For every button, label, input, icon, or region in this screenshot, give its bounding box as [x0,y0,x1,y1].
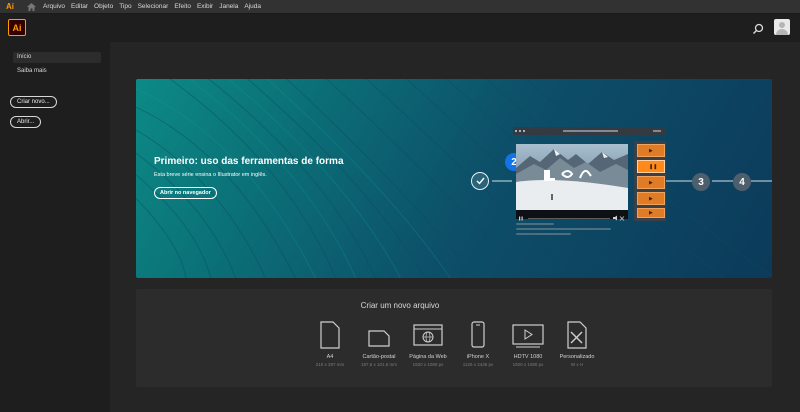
menu-ajuda[interactable]: Ajuda [244,3,261,10]
postcard-icon [359,321,399,349]
custom-size-icon [557,321,597,349]
create-new-button[interactable]: Criar novo... [10,96,57,108]
illustrator-logo: Ai [8,19,26,36]
sidebar-item-inicio[interactable]: Início [13,52,101,63]
video-thumbnail[interactable]: ▶ [637,176,665,189]
menu-janela[interactable]: Janela [219,3,238,10]
checkmark-icon [476,177,485,185]
caption-line [516,228,611,230]
caption-line [516,223,554,225]
video-controls[interactable] [516,210,628,221]
create-new-file-title: Criar um novo arquivo [360,301,440,310]
preview-window-bar [513,127,665,135]
preset-custom[interactable]: Personalizado W x H [547,321,607,367]
web-page-icon [408,321,448,349]
tutorial-title: Primeiro: uso das ferramentas de forma [154,156,344,167]
step-connector [666,180,694,182]
video-icon [508,321,548,349]
preset-size: W x H [570,362,584,367]
menu-exibir[interactable]: Exibir [197,3,213,10]
step-connector [751,180,772,182]
ai-icon: Ai [6,2,14,11]
step-connector [712,180,733,182]
video-thumbnail[interactable]: ▶ [637,192,665,205]
step-connector [492,180,512,182]
step-4[interactable]: 4 [733,173,751,191]
tutorial-banner [136,79,772,278]
tutorial-video[interactable] [516,144,628,217]
user-avatar[interactable] [774,19,790,35]
step-1-done[interactable] [471,172,489,190]
menu-objeto[interactable]: Objeto [94,3,113,10]
document-icon [310,321,350,349]
sidebar-item-saiba-mais[interactable]: Saiba mais [13,66,101,77]
step-3[interactable]: 3 [692,173,710,191]
tutorial-subtitle: Esta breve série ensina o Illustrator em… [154,172,267,178]
menu-tipo[interactable]: Tipo [119,3,131,10]
home-icon[interactable] [25,1,37,13]
app-header: Ai [0,14,800,42]
phone-icon [458,321,498,349]
menu-arquivo[interactable]: Arquivo [43,3,65,10]
caption-line [516,233,571,235]
menu-editar[interactable]: Editar [71,3,88,10]
video-thumbnail-active[interactable]: ❚❚ [637,160,665,173]
video-thumbnail[interactable]: ▶ [637,208,665,218]
menu-bar: Ai Arquivo Editar Objeto Tipo Selecionar… [0,0,800,14]
video-thumbnail[interactable]: ▶ [637,144,665,157]
open-in-browser-button[interactable]: Abrir no navegador [154,187,217,199]
menu-selecionar[interactable]: Selecionar [138,3,169,10]
wave-pattern [136,79,772,278]
open-button[interactable]: Abrir... [10,116,42,128]
menu-efeito[interactable]: Efeito [174,3,191,10]
preset-name: Personalizado [559,354,595,360]
search-icon[interactable] [752,22,764,34]
